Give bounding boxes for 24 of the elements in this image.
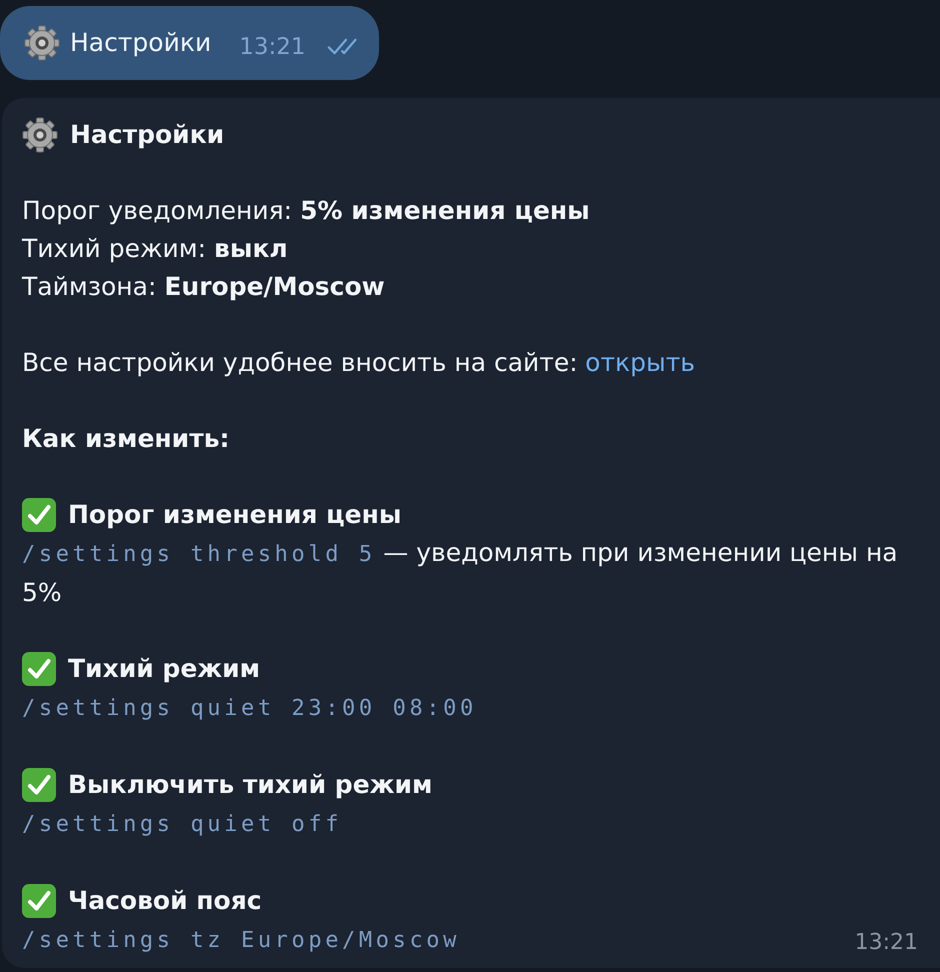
command-title: Выключить тихий режим xyxy=(68,769,432,801)
message-title: Настройки xyxy=(70,119,224,151)
check-icon xyxy=(22,652,56,686)
message-time: 13:21 xyxy=(854,929,918,957)
message-text: Настройки xyxy=(70,27,212,59)
command-line: /settings quiet off xyxy=(22,811,342,839)
check-icon xyxy=(22,884,56,918)
status-line: Таймзона: Europe/Moscow xyxy=(22,272,385,301)
site-note-text: Все настройки удобнее вносить на сайте: xyxy=(22,348,578,377)
command-line: /settings quiet 23:00 08:00 xyxy=(22,695,477,723)
section-heading: Как изменить: xyxy=(22,424,230,453)
status-line: Порог уведомления: 5% изменения цены xyxy=(22,196,590,225)
check-icon xyxy=(22,768,56,802)
status-line: Тихий режим: выкл xyxy=(22,234,288,263)
command-title: Часовой пояс xyxy=(68,885,262,917)
message-time: 13:21 xyxy=(239,33,306,62)
gear-icon xyxy=(22,117,58,153)
gear-icon xyxy=(24,25,60,61)
check-icon xyxy=(22,498,56,532)
command-title: Порог изменения цены xyxy=(68,499,402,531)
command-line: /settings tz Europe/Moscow xyxy=(22,927,460,955)
command-title: Тихий режим xyxy=(68,653,260,685)
open-link[interactable]: открыть xyxy=(585,348,696,377)
command-line: /settings threshold 5 — уведомлять при изменении цены на 5% xyxy=(22,537,899,609)
